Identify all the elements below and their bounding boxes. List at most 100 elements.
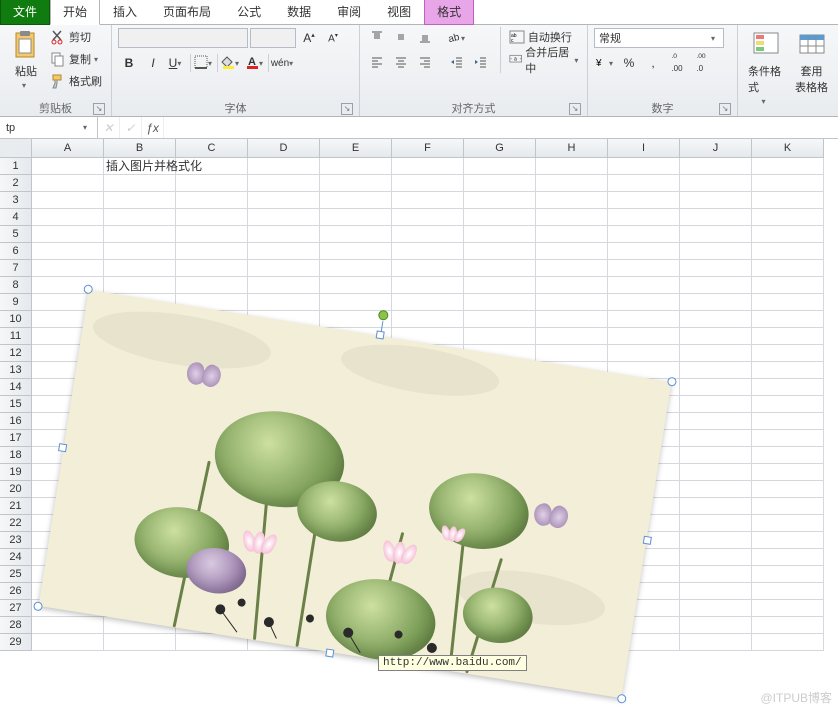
row-header[interactable]: 21 bbox=[0, 498, 32, 515]
cell[interactable] bbox=[680, 515, 752, 532]
cell[interactable] bbox=[32, 209, 104, 226]
dialog-launcher-icon[interactable]: ↘ bbox=[569, 103, 581, 115]
cell[interactable] bbox=[752, 209, 824, 226]
cell[interactable] bbox=[752, 617, 824, 634]
tab-view[interactable]: 视图 bbox=[374, 0, 424, 25]
select-all-corner[interactable] bbox=[0, 139, 32, 158]
border-button[interactable]: ▾ bbox=[193, 52, 215, 74]
cell[interactable] bbox=[752, 294, 824, 311]
cell[interactable] bbox=[464, 175, 536, 192]
accounting-button[interactable]: ¥▾ bbox=[594, 52, 616, 74]
comma-button[interactable]: , bbox=[642, 52, 664, 74]
tab-insert[interactable]: 插入 bbox=[100, 0, 150, 25]
cell[interactable] bbox=[752, 498, 824, 515]
cell[interactable] bbox=[248, 209, 320, 226]
cell[interactable] bbox=[752, 158, 824, 175]
column-header[interactable]: E bbox=[320, 139, 392, 158]
cell[interactable] bbox=[32, 634, 104, 651]
copy-button[interactable]: 复制▾ bbox=[50, 49, 102, 69]
resize-handle-t[interactable] bbox=[376, 330, 385, 339]
column-header[interactable]: F bbox=[392, 139, 464, 158]
column-header[interactable]: B bbox=[104, 139, 176, 158]
cell[interactable] bbox=[104, 243, 176, 260]
cell[interactable] bbox=[608, 175, 680, 192]
decrease-indent-button[interactable] bbox=[446, 52, 468, 74]
row-header[interactable]: 12 bbox=[0, 345, 32, 362]
cell[interactable] bbox=[680, 430, 752, 447]
fill-color-button[interactable]: ▾ bbox=[220, 52, 242, 74]
spreadsheet-grid[interactable]: ABCDEFGHIJK 1234567891011121314151617181… bbox=[0, 139, 838, 711]
cell[interactable] bbox=[536, 260, 608, 277]
enter-fx-button[interactable]: ✓ bbox=[120, 117, 142, 138]
increase-indent-button[interactable] bbox=[470, 52, 492, 74]
cell[interactable] bbox=[752, 277, 824, 294]
cell[interactable] bbox=[176, 158, 248, 175]
column-header[interactable]: H bbox=[536, 139, 608, 158]
row-header[interactable]: 3 bbox=[0, 192, 32, 209]
column-header[interactable]: A bbox=[32, 139, 104, 158]
resize-handle-b[interactable] bbox=[325, 648, 334, 657]
cell[interactable] bbox=[392, 175, 464, 192]
row-header[interactable]: 18 bbox=[0, 447, 32, 464]
cell[interactable] bbox=[608, 311, 680, 328]
cell[interactable] bbox=[680, 379, 752, 396]
cell[interactable] bbox=[608, 345, 680, 362]
cell[interactable] bbox=[752, 226, 824, 243]
cell[interactable] bbox=[32, 158, 104, 175]
cell[interactable] bbox=[752, 243, 824, 260]
row-header[interactable]: 2 bbox=[0, 175, 32, 192]
cell[interactable] bbox=[752, 481, 824, 498]
resize-handle-l[interactable] bbox=[58, 443, 67, 452]
cell[interactable] bbox=[752, 634, 824, 651]
cell[interactable] bbox=[392, 243, 464, 260]
cell[interactable] bbox=[608, 226, 680, 243]
cell[interactable] bbox=[248, 158, 320, 175]
cell[interactable] bbox=[752, 379, 824, 396]
cell[interactable] bbox=[32, 260, 104, 277]
cell[interactable] bbox=[320, 175, 392, 192]
column-header[interactable]: K bbox=[752, 139, 824, 158]
cell[interactable] bbox=[464, 209, 536, 226]
cell[interactable] bbox=[680, 260, 752, 277]
cell[interactable] bbox=[104, 634, 176, 651]
cell[interactable] bbox=[392, 277, 464, 294]
cell[interactable] bbox=[392, 158, 464, 175]
cell[interactable] bbox=[392, 311, 464, 328]
cell[interactable] bbox=[464, 328, 536, 345]
cell[interactable] bbox=[752, 311, 824, 328]
cell[interactable] bbox=[176, 243, 248, 260]
cell[interactable] bbox=[320, 158, 392, 175]
cell[interactable] bbox=[608, 209, 680, 226]
row-header[interactable]: 14 bbox=[0, 379, 32, 396]
align-right-button[interactable] bbox=[414, 52, 436, 74]
align-left-button[interactable] bbox=[366, 52, 388, 74]
row-header[interactable]: 26 bbox=[0, 583, 32, 600]
row-header[interactable]: 6 bbox=[0, 243, 32, 260]
font-size-combo[interactable] bbox=[250, 28, 296, 48]
cell[interactable] bbox=[248, 226, 320, 243]
cell[interactable] bbox=[752, 532, 824, 549]
cell[interactable] bbox=[392, 209, 464, 226]
cell[interactable] bbox=[536, 243, 608, 260]
cut-button[interactable]: 剪切 bbox=[50, 27, 102, 47]
cell[interactable] bbox=[680, 447, 752, 464]
cell[interactable] bbox=[464, 226, 536, 243]
cell[interactable] bbox=[608, 260, 680, 277]
dialog-launcher-icon[interactable]: ↘ bbox=[719, 103, 731, 115]
column-headers[interactable]: ABCDEFGHIJK bbox=[32, 139, 824, 158]
cell[interactable] bbox=[248, 192, 320, 209]
tab-review[interactable]: 审阅 bbox=[324, 0, 374, 25]
underline-button[interactable]: U▾ bbox=[166, 52, 188, 74]
cell[interactable] bbox=[752, 430, 824, 447]
column-header[interactable]: J bbox=[680, 139, 752, 158]
cell[interactable] bbox=[320, 192, 392, 209]
cell[interactable] bbox=[464, 277, 536, 294]
increase-decimal-button[interactable]: .0.00 bbox=[666, 52, 688, 74]
cell[interactable] bbox=[464, 158, 536, 175]
cell[interactable] bbox=[392, 192, 464, 209]
align-center-button[interactable] bbox=[390, 52, 412, 74]
cell[interactable] bbox=[536, 175, 608, 192]
grow-font-button[interactable]: A▴ bbox=[298, 27, 320, 49]
align-bottom-button[interactable] bbox=[414, 27, 436, 49]
cell[interactable] bbox=[536, 277, 608, 294]
